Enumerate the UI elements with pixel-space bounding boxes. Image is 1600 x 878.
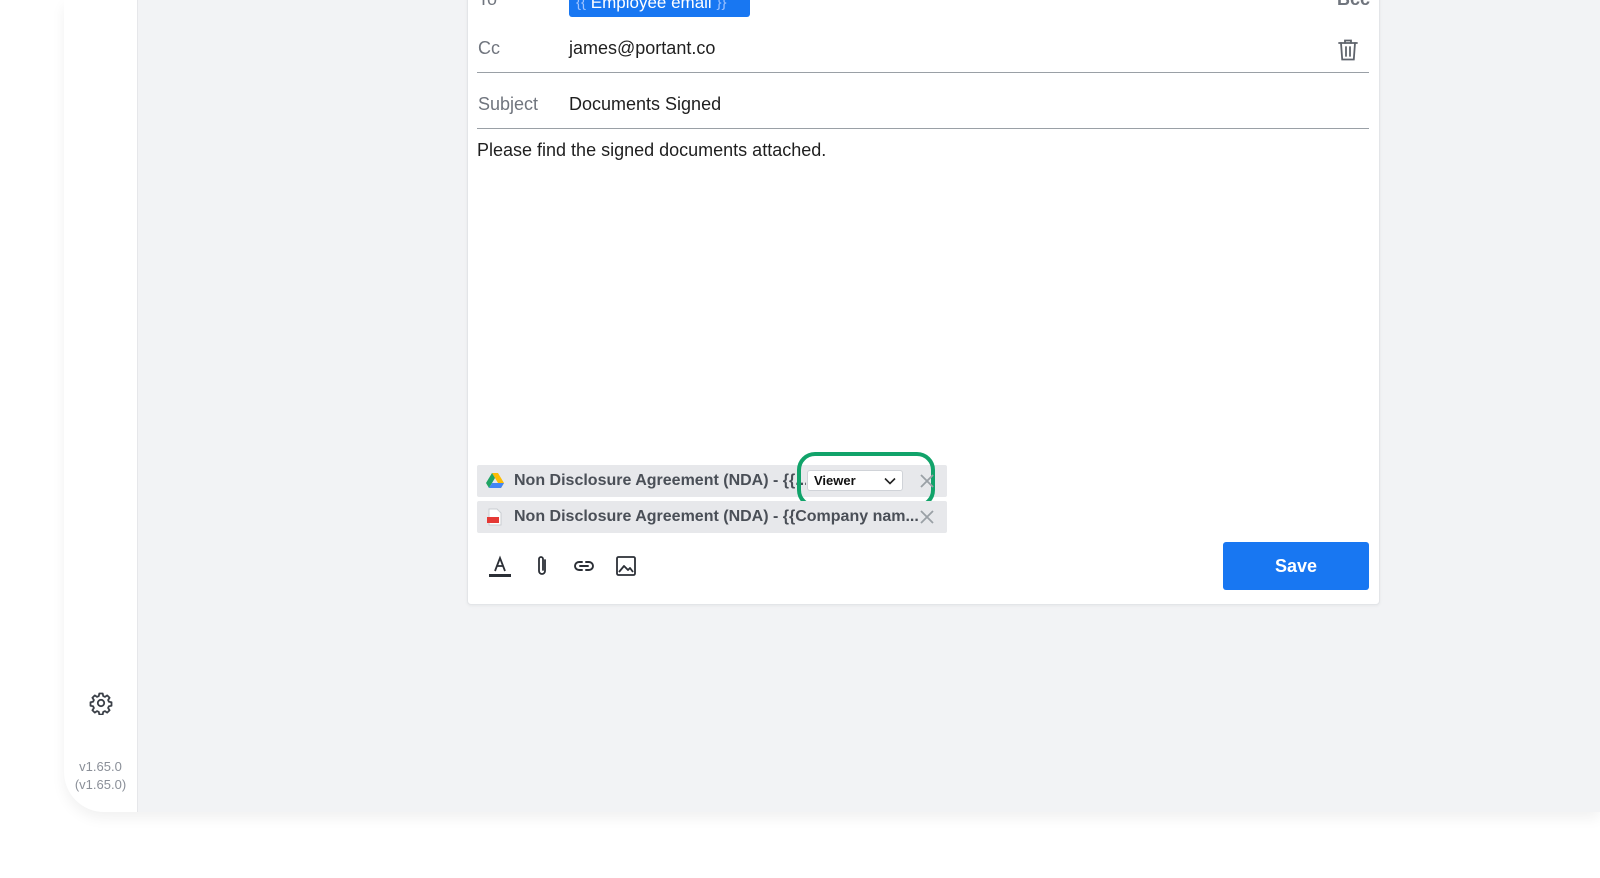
sidebar: v1.65.0 (v1.65.0)	[64, 0, 138, 812]
attachment-item: Non Disclosure Agreement (NDA) - {{... V…	[477, 452, 947, 508]
editor-toolbar	[488, 553, 638, 579]
attachment-icon[interactable]	[530, 554, 554, 578]
cc-label: Cc	[478, 38, 500, 58]
chevron-down-icon	[884, 473, 896, 488]
image-icon[interactable]	[614, 554, 638, 578]
subject-label: Subject	[478, 94, 539, 114]
email-body-editor[interactable]: Please find the signed documents attache…	[477, 140, 826, 161]
cc-field[interactable]: james@portant.co	[569, 38, 715, 59]
save-button[interactable]: Save	[1223, 542, 1369, 590]
settings-gear-icon[interactable]	[88, 690, 114, 716]
pdf-icon	[486, 508, 504, 526]
close-icon[interactable]	[919, 473, 935, 489]
permission-value: Viewer	[814, 473, 856, 488]
close-icon[interactable]	[919, 509, 935, 525]
trash-icon[interactable]	[1337, 38, 1359, 62]
permission-select[interactable]: Viewer	[807, 470, 903, 491]
google-drive-icon	[486, 472, 504, 490]
bcc-toggle[interactable]: Bcc	[1337, 0, 1370, 10]
attachment-name: Non Disclosure Agreement (NDA) - {{Compa…	[514, 508, 918, 525]
divider	[477, 72, 1369, 73]
text-format-icon[interactable]	[488, 554, 512, 578]
attachment-item: Non Disclosure Agreement (NDA) - {{Compa…	[477, 501, 947, 533]
email-template-card: To {{ Employee email }} Bcc Cc james@por…	[467, 0, 1380, 605]
divider	[477, 128, 1369, 129]
version-label: v1.65.0	[79, 759, 122, 774]
version-build-label: (v1.65.0)	[74, 777, 127, 792]
chip-open-brace: {{	[576, 0, 587, 11]
to-recipient-chip[interactable]: {{ Employee email }}	[569, 0, 750, 17]
chip-close-brace: }}	[716, 0, 727, 11]
subject-field[interactable]: Documents Signed	[569, 94, 721, 115]
to-label: To	[478, 0, 497, 10]
attachment-name: Non Disclosure Agreement (NDA) - {{...	[514, 472, 806, 489]
chip-text: Employee email	[590, 0, 712, 12]
link-icon[interactable]	[572, 554, 596, 578]
